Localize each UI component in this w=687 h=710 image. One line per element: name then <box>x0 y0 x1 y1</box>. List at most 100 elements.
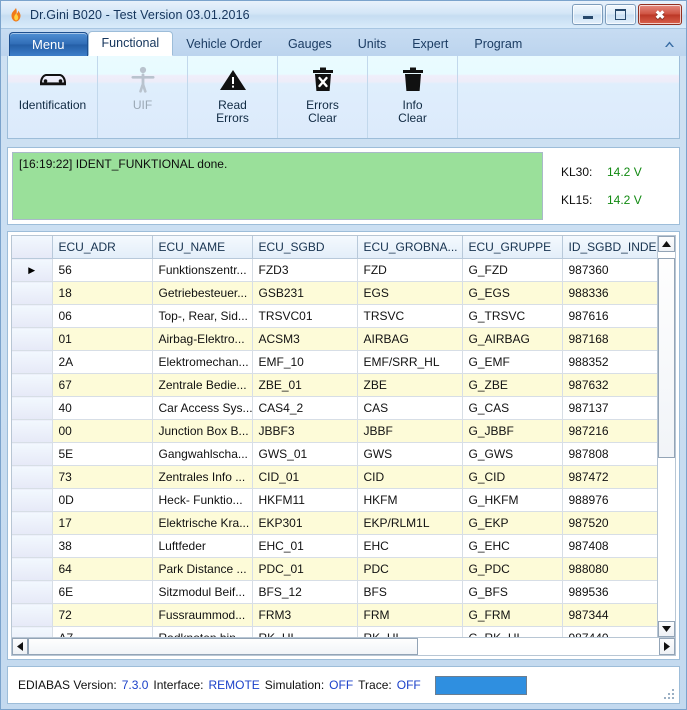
cell-ecu-sgbd[interactable]: JBBF3 <box>252 420 357 443</box>
row-selector-cell[interactable] <box>12 305 52 328</box>
cell-ecu-name[interactable]: Car Access Sys... <box>152 397 252 420</box>
cell-id-sgbd-index[interactable]: 987472 <box>562 466 666 489</box>
cell-ecu-adr[interactable]: 0D <box>52 489 152 512</box>
cell-ecu-gruppe[interactable]: G_PDC <box>462 558 562 581</box>
cell-ecu-name[interactable]: Elektromechan... <box>152 351 252 374</box>
row-selector-cell[interactable] <box>12 627 52 638</box>
row-selector-cell[interactable] <box>12 581 52 604</box>
tab-units[interactable]: Units <box>345 33 399 56</box>
table-row[interactable]: 72Fussraummod...FRM3FRMG_FRM987344 <box>12 604 666 627</box>
maximize-button[interactable] <box>605 4 636 25</box>
cell-ecu-adr[interactable]: 18 <box>52 282 152 305</box>
table-row[interactable]: 73Zentrales Info ...CID_01CIDG_CID987472 <box>12 466 666 489</box>
grid-vertical-scrollbar[interactable] <box>657 236 675 637</box>
tab-program[interactable]: Program <box>461 33 535 56</box>
cell-ecu-grobname[interactable]: GWS <box>357 443 462 466</box>
cell-ecu-adr[interactable]: A7 <box>52 627 152 638</box>
horizontal-scroll-thumb[interactable] <box>28 638 418 655</box>
vertical-scroll-track[interactable] <box>658 252 675 621</box>
cell-ecu-adr[interactable]: 40 <box>52 397 152 420</box>
tab-functional[interactable]: Functional <box>88 31 174 56</box>
cell-ecu-sgbd[interactable]: HKFM11 <box>252 489 357 512</box>
cell-id-sgbd-index[interactable]: 987616 <box>562 305 666 328</box>
cell-ecu-adr[interactable]: 5E <box>52 443 152 466</box>
cell-ecu-sgbd[interactable]: TRSVC01 <box>252 305 357 328</box>
column-header-ecu-name[interactable]: ECU_NAME <box>152 236 252 259</box>
resize-grip[interactable] <box>664 689 676 701</box>
table-row[interactable]: 40Car Access Sys...CAS4_2CASG_CAS987137 <box>12 397 666 420</box>
cell-ecu-adr[interactable]: 73 <box>52 466 152 489</box>
cell-ecu-adr[interactable]: 06 <box>52 305 152 328</box>
triangle-right-icon[interactable] <box>659 638 675 655</box>
cell-ecu-name[interactable]: Radknoten hin... <box>152 627 252 638</box>
cell-ecu-grobname[interactable]: RK_HL <box>357 627 462 638</box>
grid-horizontal-scrollbar[interactable] <box>12 637 675 655</box>
cell-id-sgbd-index[interactable]: 987408 <box>562 535 666 558</box>
row-selector-cell[interactable] <box>12 466 52 489</box>
row-selector-cell[interactable] <box>12 420 52 443</box>
row-selector-cell[interactable]: ▶ <box>12 259 52 282</box>
cell-ecu-adr[interactable]: 64 <box>52 558 152 581</box>
cell-id-sgbd-index[interactable]: 987632 <box>562 374 666 397</box>
table-row[interactable]: 18Getriebesteuer...GSB231EGSG_EGS988336 <box>12 282 666 305</box>
cell-ecu-sgbd[interactable]: GSB231 <box>252 282 357 305</box>
row-selector-cell[interactable] <box>12 282 52 305</box>
table-row[interactable]: 00Junction Box B...JBBF3JBBFG_JBBF987216 <box>12 420 666 443</box>
table-row[interactable]: 06Top-, Rear, Sid...TRSVC01TRSVCG_TRSVC9… <box>12 305 666 328</box>
cell-ecu-gruppe[interactable]: G_ZBE <box>462 374 562 397</box>
cell-ecu-grobname[interactable]: EMF/SRR_HL <box>357 351 462 374</box>
cell-ecu-grobname[interactable]: FZD <box>357 259 462 282</box>
cell-ecu-gruppe[interactable]: G_BFS <box>462 581 562 604</box>
cell-ecu-name[interactable]: Getriebesteuer... <box>152 282 252 305</box>
cell-ecu-adr[interactable]: 00 <box>52 420 152 443</box>
cell-ecu-gruppe[interactable]: G_GWS <box>462 443 562 466</box>
row-selector-cell[interactable] <box>12 374 52 397</box>
cell-id-sgbd-index[interactable]: 988336 <box>562 282 666 305</box>
errors-clear-button[interactable]: ErrorsClear <box>278 56 368 138</box>
cell-ecu-gruppe[interactable]: G_EHC <box>462 535 562 558</box>
cell-ecu-adr[interactable]: 2A <box>52 351 152 374</box>
cell-ecu-adr[interactable]: 67 <box>52 374 152 397</box>
row-selector-cell[interactable] <box>12 558 52 581</box>
cell-ecu-gruppe[interactable]: G_EKP <box>462 512 562 535</box>
cell-ecu-name[interactable]: Elektrische Kra... <box>152 512 252 535</box>
row-selector-cell[interactable] <box>12 604 52 627</box>
cell-ecu-sgbd[interactable]: PDC_01 <box>252 558 357 581</box>
cell-ecu-gruppe[interactable]: G_FRM <box>462 604 562 627</box>
row-selector-cell[interactable] <box>12 512 52 535</box>
tab-vehicle-order[interactable]: Vehicle Order <box>173 33 275 56</box>
cell-id-sgbd-index[interactable]: 989536 <box>562 581 666 604</box>
cell-ecu-grobname[interactable]: EGS <box>357 282 462 305</box>
horizontal-scroll-track[interactable] <box>28 638 659 655</box>
triangle-down-icon[interactable] <box>658 621 675 637</box>
cell-ecu-gruppe[interactable]: G_HKFM <box>462 489 562 512</box>
column-header-ecu-grobname[interactable]: ECU_GROBNA... <box>357 236 462 259</box>
uif-button[interactable]: UIF <box>98 56 188 138</box>
table-row[interactable]: 6ESitzmodul Beif...BFS_12BFSG_BFS989536 <box>12 581 666 604</box>
row-selector-cell[interactable] <box>12 351 52 374</box>
cell-ecu-sgbd[interactable]: EMF_10 <box>252 351 357 374</box>
table-row[interactable]: 2AElektromechan...EMF_10EMF/SRR_HLG_EMF9… <box>12 351 666 374</box>
table-row[interactable]: 64Park Distance ...PDC_01PDCG_PDC988080 <box>12 558 666 581</box>
cell-ecu-adr[interactable]: 17 <box>52 512 152 535</box>
vertical-scroll-thumb[interactable] <box>658 258 675 458</box>
cell-ecu-adr[interactable]: 38 <box>52 535 152 558</box>
cell-id-sgbd-index[interactable]: 987520 <box>562 512 666 535</box>
cell-ecu-grobname[interactable]: HKFM <box>357 489 462 512</box>
tab-gauges[interactable]: Gauges <box>275 33 345 56</box>
cell-ecu-adr[interactable]: 6E <box>52 581 152 604</box>
cell-ecu-sgbd[interactable]: ACSM3 <box>252 328 357 351</box>
cell-ecu-sgbd[interactable]: ZBE_01 <box>252 374 357 397</box>
cell-id-sgbd-index[interactable]: 988080 <box>562 558 666 581</box>
column-header-select[interactable] <box>12 236 52 259</box>
row-selector-cell[interactable] <box>12 535 52 558</box>
column-header-id-sgbd-index[interactable]: ID_SGBD_INDEX <box>562 236 666 259</box>
table-row[interactable]: 5EGangwahlscha...GWS_01GWSG_GWS987808 <box>12 443 666 466</box>
cell-ecu-sgbd[interactable]: CID_01 <box>252 466 357 489</box>
cell-ecu-name[interactable]: Airbag-Elektro... <box>152 328 252 351</box>
triangle-left-icon[interactable] <box>12 638 28 655</box>
cell-ecu-gruppe[interactable]: G_CAS <box>462 397 562 420</box>
row-selector-cell[interactable] <box>12 489 52 512</box>
cell-id-sgbd-index[interactable]: 988976 <box>562 489 666 512</box>
cell-ecu-name[interactable]: Fussraummod... <box>152 604 252 627</box>
